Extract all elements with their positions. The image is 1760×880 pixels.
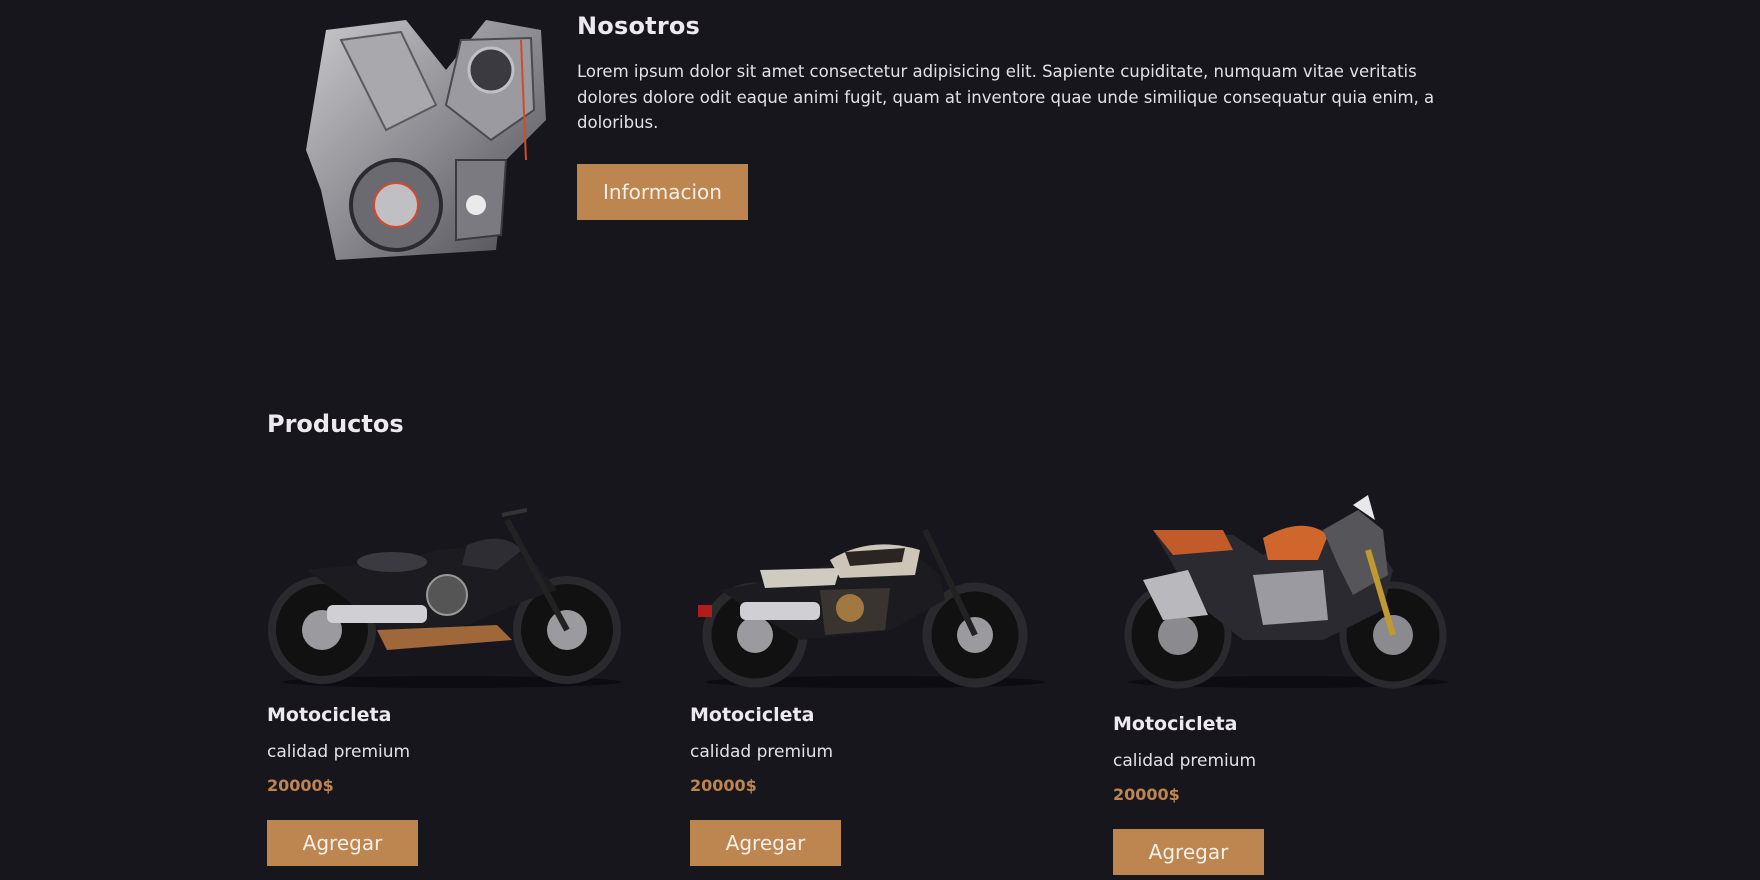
product-subtitle: calidad premium	[1113, 751, 1257, 771]
about-title: Nosotros	[577, 12, 701, 40]
product-subtitle: calidad premium	[690, 742, 834, 762]
products-title: Productos	[267, 410, 404, 438]
about-text: Nosotros Lorem ipsum dolor sit amet cons…	[577, 10, 1457, 136]
add-to-cart-button[interactable]: Agregar	[267, 820, 418, 866]
product-name: Motocicleta	[267, 704, 392, 726]
product-price: 20000$	[690, 776, 757, 795]
product-price: 20000$	[267, 776, 334, 795]
add-to-cart-button[interactable]: Agregar	[690, 820, 841, 866]
about-section: Nosotros Lorem ipsum dolor sit amet cons…	[0, 0, 1760, 300]
product-name: Motocicleta	[690, 704, 815, 726]
sportster-motorcycle-image	[698, 528, 1045, 688]
about-body: Lorem ipsum dolor sit amet consectetur a…	[577, 62, 1435, 132]
product-price: 20000$	[1113, 785, 1180, 804]
product-subtitle: calidad premium	[267, 742, 411, 762]
engine-image	[306, 20, 546, 260]
informacion-button[interactable]: Informacion	[577, 164, 748, 220]
product-card: Motocicleta calidad premium 20000$ Agreg…	[690, 490, 1050, 880]
product-card: Motocicleta calidad premium 20000$ Agreg…	[1113, 490, 1473, 880]
cruiser-motorcycle-image	[268, 508, 622, 688]
product-card: Motocicleta calidad premium 20000$ Agreg…	[267, 490, 627, 880]
add-to-cart-button[interactable]: Agregar	[1113, 829, 1264, 875]
product-name: Motocicleta	[1113, 713, 1238, 735]
sport-motorcycle-image	[1124, 495, 1448, 689]
